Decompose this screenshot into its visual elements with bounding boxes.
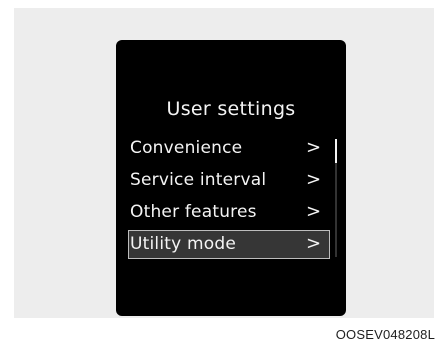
chevron-right-icon: > xyxy=(306,169,322,190)
menu-item-label: Service interval xyxy=(130,170,267,190)
chevron-right-icon: > xyxy=(306,201,322,222)
menu-item-label: Other features xyxy=(130,202,257,222)
menu-item-service-interval[interactable]: Service interval > xyxy=(128,166,334,194)
menu-item-label: Utility mode xyxy=(130,234,237,254)
menu-item-utility-mode[interactable]: Utility mode > xyxy=(128,230,330,259)
menu-item-convenience[interactable]: Convenience > xyxy=(128,134,334,162)
scrollbar-thumb[interactable] xyxy=(335,139,337,163)
chevron-right-icon: > xyxy=(306,137,322,158)
cluster-display: User settings Convenience > Service inte… xyxy=(116,40,346,316)
menu-item-label: Convenience xyxy=(130,138,243,158)
screen-title: User settings xyxy=(166,98,296,120)
scrollbar[interactable] xyxy=(335,139,337,257)
chevron-right-icon: > xyxy=(306,233,322,254)
image-code: OOSEV048208L xyxy=(335,327,435,342)
settings-menu: Convenience > Service interval > Other f… xyxy=(128,134,334,263)
menu-item-other-features[interactable]: Other features > xyxy=(128,198,334,226)
